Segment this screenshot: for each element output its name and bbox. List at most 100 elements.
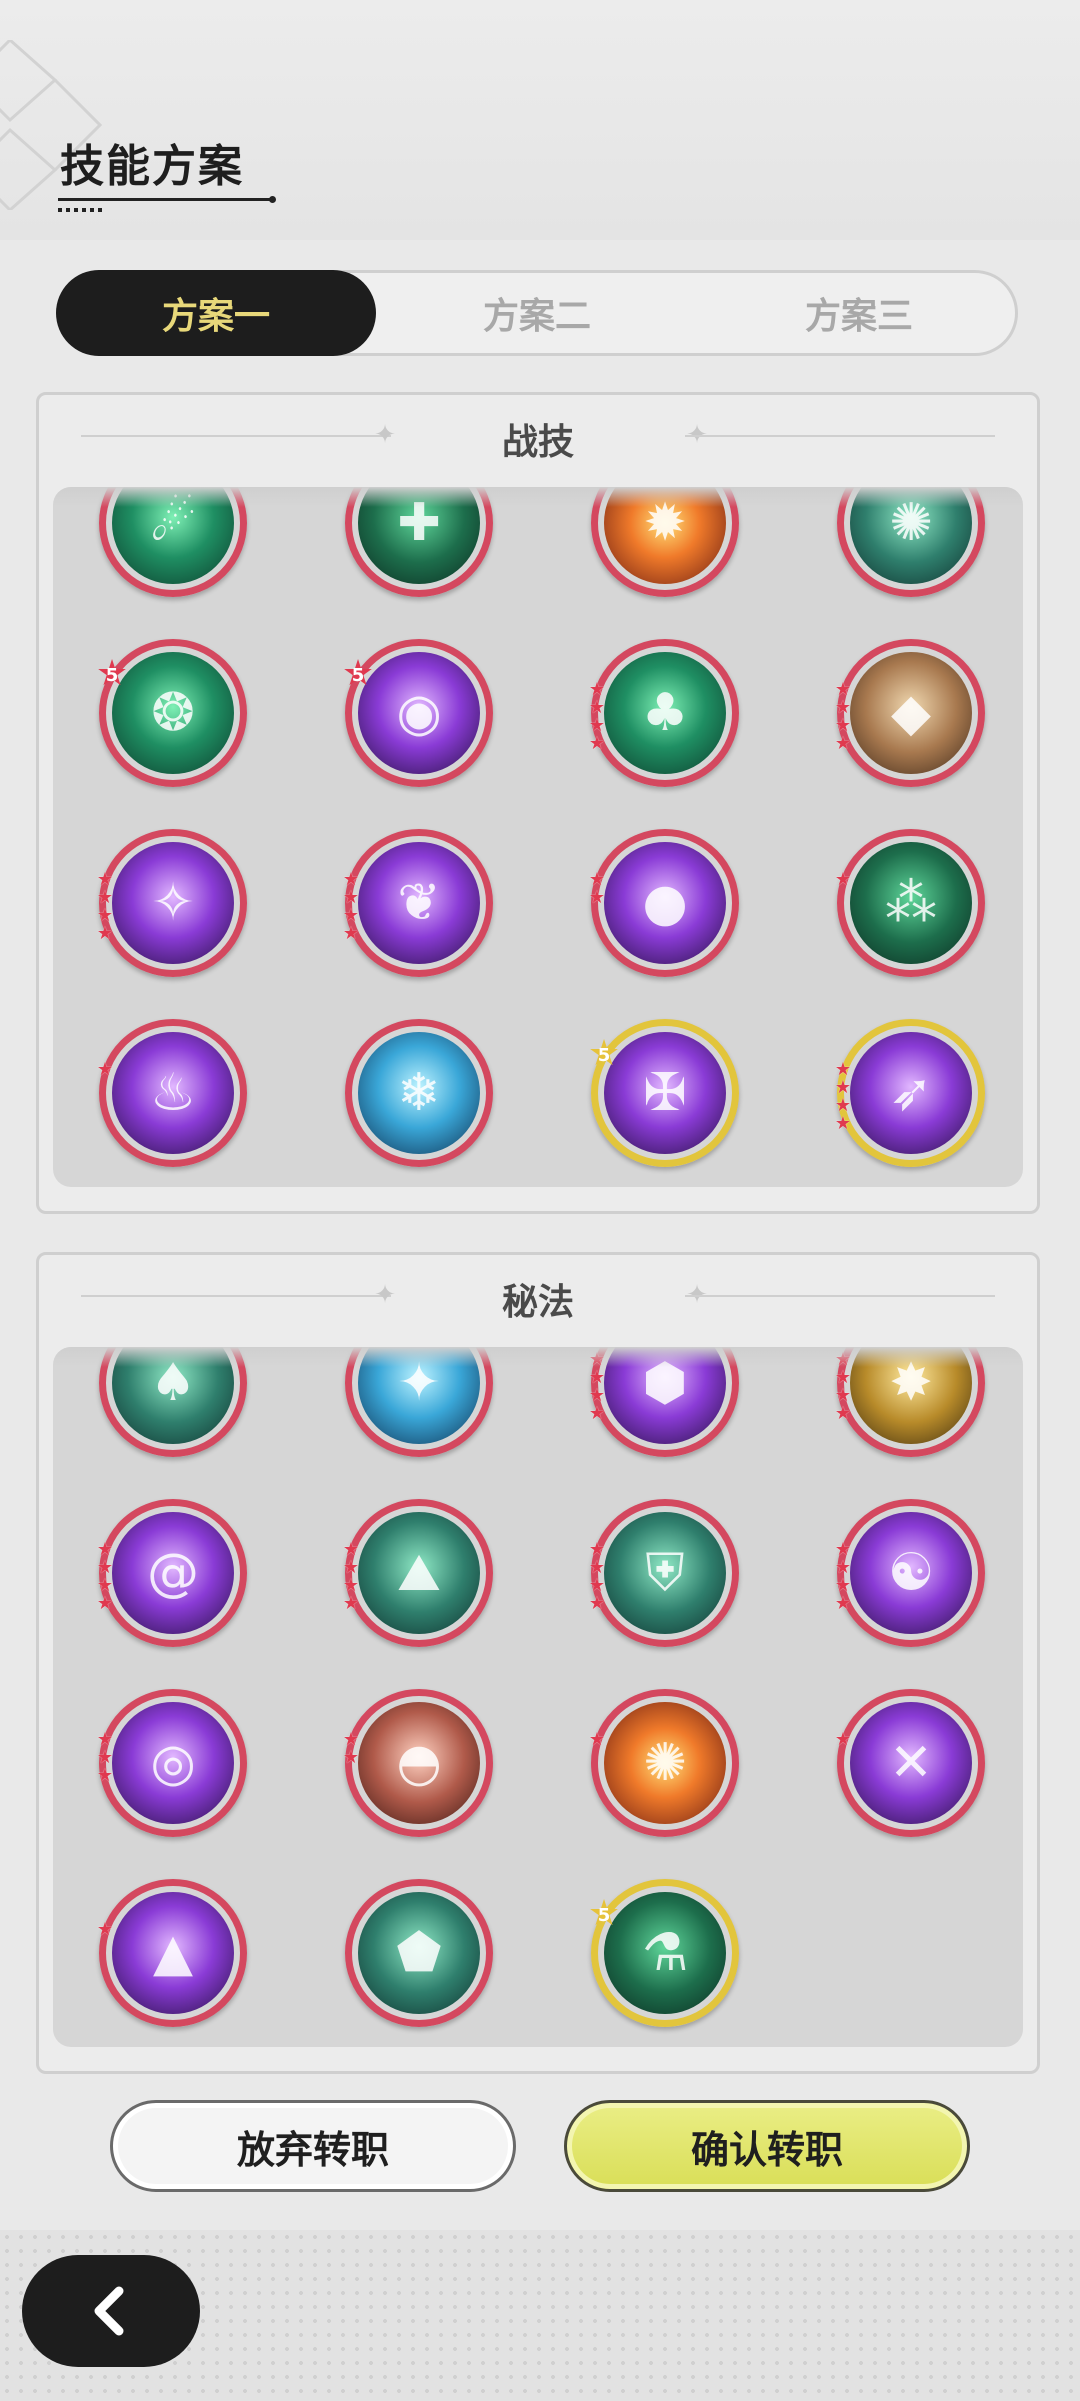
star-badge-number: 5 xyxy=(597,1045,611,1066)
star-rating: ★ ★ ★ ★ xyxy=(96,1541,118,1614)
star-icon: ★ xyxy=(96,1593,114,1614)
star-rating: ★ xyxy=(96,1061,118,1080)
secret-skill-14[interactable]: ⬟ xyxy=(345,1879,493,2027)
combat-panel-title: 战技 xyxy=(501,422,574,463)
star-rating: ★ ★ ★ ★ xyxy=(588,681,610,754)
green-swirl-icon: ✺ xyxy=(889,493,933,553)
combat-skill-11[interactable]: ● ★ ★ xyxy=(588,829,739,977)
green-bubbles-icon: ⁂ xyxy=(885,873,937,933)
tab-plan-1[interactable]: 方案一 xyxy=(56,270,376,356)
combat-skill-3[interactable]: ✹ xyxy=(591,487,739,597)
star-badge-icon: ★ 5 xyxy=(587,1033,621,1074)
combat-skill-4[interactable]: ✺ xyxy=(837,487,985,597)
header-background xyxy=(0,0,1080,240)
star-icon: ★ xyxy=(588,1593,606,1614)
thorn-ring-icon: ❂ xyxy=(151,683,195,743)
combat-skill-grid[interactable]: ☄ ✚ ✹ ✺ ❂ ★ 5 ◉ ★ 5 ♣ ★ ★ ★ ★ ◆ ★ ★ ★ ★ ✧ ★ ★ ★ ★ ❦ ★ ★ ★ ★ ● ★ ★ ⁂ ★ ♨ ★ ❄ ✠ ★… xyxy=(53,487,1023,1187)
star-rating: ★ ★ ★ ★ xyxy=(96,871,118,944)
secret-skill-8[interactable]: ☯ ★ ★ ★ ★ xyxy=(834,1499,985,1647)
crystal-rocks-icon: ⬟ xyxy=(396,1923,442,1983)
star-rating: ★ ★ ★ ★ xyxy=(834,681,856,754)
secret-skill-1[interactable]: ♠ xyxy=(99,1347,247,1457)
secret-skill-11[interactable]: ✺ ★ xyxy=(589,1689,739,1837)
star-rating: ★ xyxy=(834,871,856,890)
purple-flame-icon: ♨ xyxy=(149,1063,197,1123)
purple-crest-icon: ✠ xyxy=(643,1063,687,1123)
secret-panel-header: ✦ 秘法 ✦ xyxy=(39,1255,1037,1335)
secret-skill-12[interactable]: ✕ ★ xyxy=(834,1689,985,1837)
page-title: 技能方案 xyxy=(60,141,244,192)
star-icon: ★ xyxy=(96,1765,114,1786)
combat-skill-16[interactable]: ➶ ★ ★ ★ ★ xyxy=(834,1019,985,1167)
combat-skill-6[interactable]: ◉ ★ 5 xyxy=(342,639,493,787)
blue-star-icon: ✦ xyxy=(397,1353,441,1413)
tab-plan-2[interactable]: 方案二 xyxy=(377,270,697,356)
star-icon: ★ xyxy=(342,1747,360,1768)
secret-skill-3[interactable]: ⬢ ★ ★ ★ ★ xyxy=(588,1347,739,1457)
star-icon: ★ xyxy=(834,1729,852,1750)
star-rating: ★ ★ xyxy=(342,1731,364,1768)
purple-triangle-icon: ▲ xyxy=(153,1923,193,1983)
combat-skill-7[interactable]: ♣ ★ ★ ★ ★ xyxy=(588,639,739,787)
red-dome-icon: ◓ xyxy=(396,1733,442,1793)
secret-skill-2[interactable]: ✦ xyxy=(345,1347,493,1457)
combat-skills-panel: ✦ 战技 ✦ ☄ ✚ ✹ ✺ ❂ ★ 5 ◉ ★ 5 ♣ ★ ★ ★ ★ ◆ ★ ★ ★ ★ ✧ ★ ★ ★ ★ ❦ ★ ★ ★ ★ ● ★ ★… xyxy=(36,392,1040,1214)
combat-skill-5[interactable]: ❂ ★ 5 xyxy=(96,639,247,787)
purple-vortex-icon: @ xyxy=(147,1543,199,1603)
star-badge-number: 5 xyxy=(597,1905,611,1926)
secret-skill-13[interactable]: ▲ ★ xyxy=(96,1879,247,2027)
star-icon: ★ xyxy=(342,1593,360,1614)
fireball-icon: ✹ xyxy=(643,493,687,553)
star-rating: ★ ★ ★ ★ xyxy=(588,1541,610,1614)
purple-cross-icon: ✕ xyxy=(889,1733,933,1793)
star-rating: ★ ★ ★ ★ xyxy=(834,1061,856,1134)
void-eye-icon: ◉ xyxy=(396,683,442,743)
secret-skill-4[interactable]: ✸ ★ ★ ★ ★ xyxy=(835,1347,985,1457)
secret-panel-title: 秘法 xyxy=(501,1282,574,1323)
ice-golem-icon: ❄ xyxy=(397,1063,441,1123)
combat-skill-14[interactable]: ❄ xyxy=(345,1019,493,1167)
purple-spear-icon: ➶ xyxy=(889,1063,933,1123)
star-rating: ★ xyxy=(96,1919,118,1940)
star-badge-icon: ★ 5 xyxy=(341,653,375,694)
star-icon: ★ xyxy=(588,887,606,908)
purple-star-icon: ✧ xyxy=(151,873,195,933)
rock-shards-icon: ◆ xyxy=(891,683,931,743)
star-rating: ★ ★ ★ xyxy=(96,1731,118,1786)
star-rating: ★ ★ xyxy=(588,871,610,908)
secret-arts-panel: ✦ 秘法 ✦ ♠ ✦ ⬢ ★ ★ ★ ★ ✸ ★ ★ ★ ★ @ ★ ★ ★ ★ ⛰ ★ ★ ★ ★ ⛨ ★ ★ ★ ★ ☯ ★ ★ ★ ★ ◎… xyxy=(36,1252,1040,2074)
combat-skill-8[interactable]: ◆ ★ ★ ★ ★ xyxy=(834,639,985,787)
purple-sage-icon: ☯ xyxy=(887,1543,935,1603)
star-rating: ★ ★ ★ ★ xyxy=(342,871,364,944)
purple-eye-icon: ◎ xyxy=(150,1733,196,1793)
tree-spirit-icon: ♠ xyxy=(149,1353,197,1413)
green-comet-icon: ☄ xyxy=(149,493,197,553)
combat-skill-12[interactable]: ⁂ ★ xyxy=(834,829,985,977)
combat-skill-13[interactable]: ♨ ★ xyxy=(96,1019,247,1167)
star-rating: ★ xyxy=(834,1729,856,1750)
title-underline xyxy=(58,196,276,203)
combat-skill-1[interactable]: ☄ xyxy=(99,487,247,597)
secret-skill-grid[interactable]: ♠ ✦ ⬢ ★ ★ ★ ★ ✸ ★ ★ ★ ★ @ ★ ★ ★ ★ ⛰ ★ ★ ★ ★ ⛨ ★ ★ ★ ★ ☯ ★ ★ ★ ★ ◎ ★ ★ ★ ◓ ★ ★ ✺… xyxy=(53,1347,1023,2047)
combat-skill-9[interactable]: ✧ ★ ★ ★ ★ xyxy=(96,829,247,977)
combat-skill-10[interactable]: ❦ ★ ★ ★ ★ xyxy=(342,829,493,977)
tab-plan-3[interactable]: 方案三 xyxy=(699,270,1019,356)
back-button[interactable] xyxy=(22,2255,200,2367)
abandon-class-change-button[interactable]: 放弃转职 xyxy=(110,2100,516,2192)
secret-skill-7[interactable]: ⛨ ★ ★ ★ ★ xyxy=(588,1499,739,1647)
star-icon: ★ xyxy=(834,1593,852,1614)
confirm-class-change-button[interactable]: 确认转职 xyxy=(564,2100,970,2192)
combat-skill-15[interactable]: ✠ ★ 5 xyxy=(588,1019,739,1167)
star-icon: ★ xyxy=(96,1919,114,1940)
purple-orb-icon: ● xyxy=(642,873,688,933)
secret-skill-15[interactable]: ⚗ ★ 5 xyxy=(588,1879,739,2027)
combat-panel-header: ✦ 战技 ✦ xyxy=(39,395,1037,475)
secret-skill-10[interactable]: ◓ ★ ★ xyxy=(342,1689,493,1837)
secret-skill-9[interactable]: ◎ ★ ★ ★ xyxy=(96,1689,247,1837)
secret-skill-6[interactable]: ⛰ ★ ★ ★ ★ xyxy=(342,1499,493,1647)
star-rating: ★ ★ ★ ★ xyxy=(588,1351,610,1424)
combat-skill-2[interactable]: ✚ xyxy=(345,487,493,597)
secret-skill-5[interactable]: @ ★ ★ ★ ★ xyxy=(96,1499,247,1647)
title-dots xyxy=(58,208,106,212)
purple-rock-icon: ⬢ xyxy=(642,1353,688,1413)
